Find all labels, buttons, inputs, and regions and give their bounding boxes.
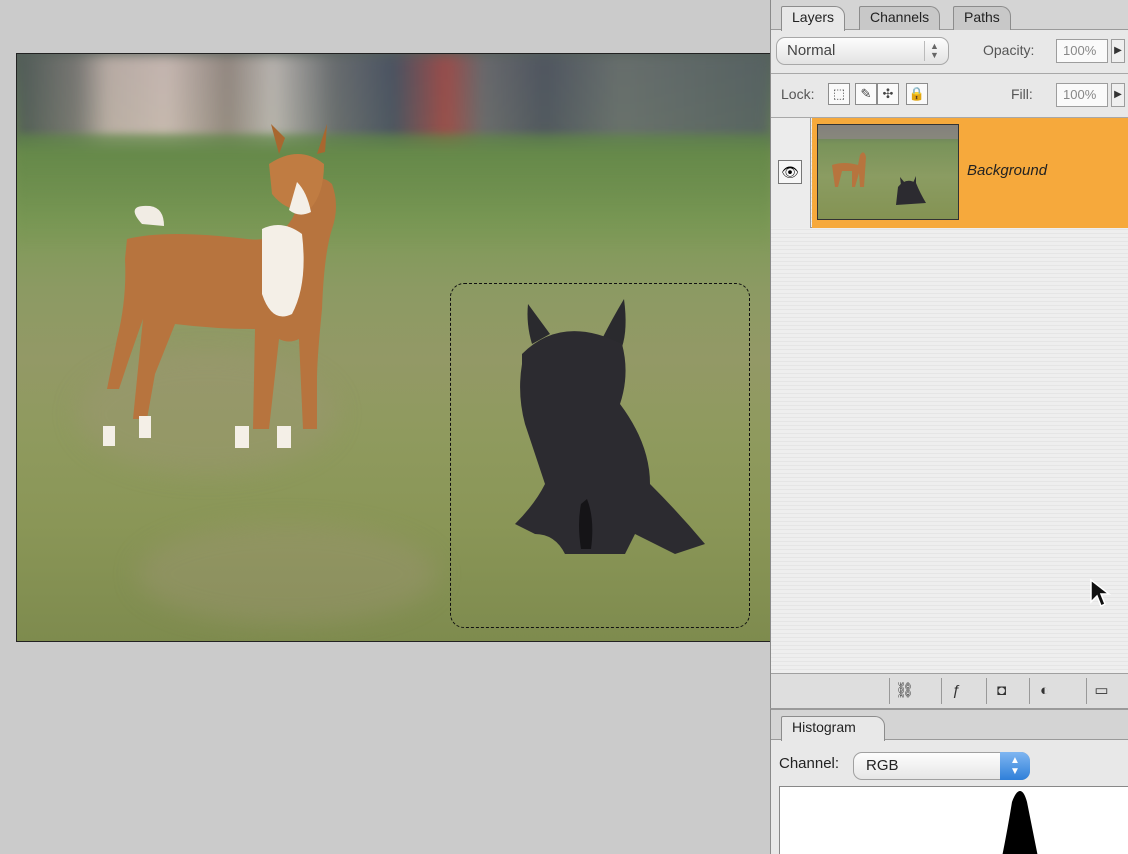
layer-visibility-cell: 👁 (771, 118, 811, 228)
document-workspace (0, 0, 771, 854)
thumbnail-preview (818, 125, 958, 205)
tan-dog (103, 124, 336, 448)
tab-paths[interactable]: Paths (953, 6, 1011, 30)
blend-mode-select[interactable]: Normal ▲ ▼ (776, 37, 949, 65)
selection-marquee[interactable] (450, 283, 750, 628)
layer-row-background[interactable]: 👁 Background (771, 118, 1128, 228)
layer-list: 👁 Background (771, 118, 1128, 673)
opacity-label: Opacity: (983, 42, 1035, 58)
lock-transparent-pixels-button[interactable]: ⬚ (828, 83, 850, 105)
tab-layers[interactable]: Layers (781, 6, 846, 31)
histogram-peak (1002, 791, 1038, 854)
tab-channels[interactable]: Channels (859, 6, 941, 30)
layers-panel-tabs: Paths Channels Layers (771, 0, 1128, 31)
stepper-arrows-icon: ▲ ▼ (924, 41, 944, 61)
histogram-graph (779, 786, 1128, 854)
lock-all-button[interactable]: 🔒 (906, 83, 928, 105)
tab-histogram[interactable]: Histogram (781, 716, 885, 741)
new-group-folder-icon[interactable]: ▭ (1086, 678, 1116, 704)
lock-position-button[interactable]: ✣ (877, 83, 899, 105)
document-canvas[interactable] (16, 53, 771, 642)
mouse-pointer-icon (1090, 578, 1111, 608)
link-layers-icon[interactable]: ⛓ (889, 678, 919, 704)
divider (771, 73, 1128, 74)
fill-slider-button[interactable]: ▶ (1111, 83, 1125, 107)
opacity-slider-button[interactable]: ▶ (1111, 39, 1125, 63)
lock-label: Lock: (781, 86, 815, 102)
channel-select[interactable]: RGB ▲ ▼ (853, 752, 1030, 780)
adjustment-layer-icon[interactable]: ◐ (1029, 678, 1059, 704)
layers-panel-footer: ⛓ ƒ ◘ ◐ ▭ (771, 673, 1128, 708)
layer-style-icon[interactable]: ƒ (941, 678, 971, 704)
eye-icon[interactable]: 👁 (778, 160, 802, 184)
stepper-arrows-icon: ▲ ▼ (1000, 752, 1030, 780)
channel-label: Channel: (779, 755, 840, 772)
layer-selected-highlight[interactable]: Background (812, 118, 1128, 228)
layers-panel: Paths Channels Layers Normal ▲ ▼ Opacity:… (770, 0, 1128, 708)
blend-mode-value: Normal (787, 42, 836, 59)
histogram-panel-tabs: Histogram (771, 710, 1128, 741)
layer-name[interactable]: Background (967, 162, 1047, 179)
fill-field[interactable]: 100% (1056, 83, 1108, 107)
fill-label: Fill: (1011, 86, 1033, 102)
add-mask-icon[interactable]: ◘ (986, 678, 1016, 704)
channel-value: RGB (866, 757, 899, 774)
lock-image-pixels-button[interactable]: ✎ (855, 83, 877, 105)
layer-thumbnail (817, 124, 959, 220)
histogram-panel: Histogram Channel: RGB ▲ ▼ (770, 708, 1128, 854)
opacity-field[interactable]: 100% (1056, 39, 1108, 63)
